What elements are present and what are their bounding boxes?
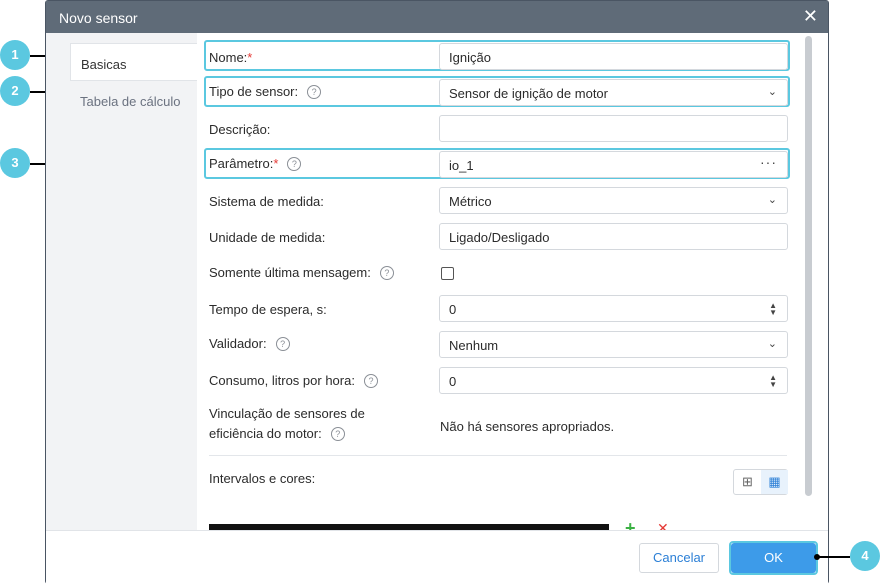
- sensor-type-value: Sensor de ignição de motor: [449, 86, 608, 101]
- unit-label: Unidade de medida:: [209, 230, 326, 245]
- measurement-system-label: Sistema de medida:: [209, 194, 324, 209]
- name-value: Ignição: [449, 50, 491, 65]
- add-icon[interactable]: +: [625, 518, 636, 530]
- callout-badge-2: 2: [0, 76, 30, 106]
- sensor-type-label: Tipo de sensor:?: [209, 84, 322, 99]
- description-input[interactable]: [439, 115, 788, 142]
- close-icon[interactable]: ✕: [803, 7, 818, 25]
- last-message-label: Somente última mensagem:?: [209, 265, 394, 280]
- consumption-stepper[interactable]: 0 ▲ ▼: [439, 367, 788, 394]
- grid-view-icon[interactable]: ⊞: [734, 470, 761, 494]
- consumption-value: 0: [449, 374, 457, 389]
- help-icon[interactable]: ?: [379, 266, 394, 280]
- callout-line-4: [817, 556, 850, 558]
- parameter-value: io_1: [449, 158, 474, 173]
- tab-calculation-table[interactable]: Tabela de cálculo: [80, 94, 180, 109]
- timeout-value: 0: [449, 302, 457, 317]
- callout-dot-4: [814, 554, 820, 560]
- dialog-titlebar: Novo sensor ✕: [46, 1, 828, 33]
- measurement-system-value: Métrico: [449, 194, 492, 209]
- engine-efficiency-value: Não há sensores apropriados.: [440, 419, 615, 434]
- validator-select[interactable]: Nenhum ⌄: [439, 331, 788, 358]
- dialog-title: Novo sensor: [59, 10, 138, 26]
- spinner-icon[interactable]: ▲ ▼: [769, 374, 777, 389]
- callout-badge-3: 3: [0, 148, 30, 178]
- spinner-icon[interactable]: ▲ ▼: [769, 302, 777, 317]
- chevron-down-icon: ⌄: [767, 338, 777, 350]
- unit-input[interactable]: Ligado/Desligado: [439, 223, 788, 250]
- help-icon[interactable]: ?: [330, 427, 345, 441]
- sidebar: Basicas Tabela de cálculo: [46, 33, 197, 530]
- required-mark: *: [247, 50, 253, 65]
- cancel-button[interactable]: Cancelar: [639, 543, 719, 573]
- ok-button[interactable]: OK: [731, 543, 816, 573]
- chevron-down-icon: ⌄: [767, 86, 777, 98]
- description-label: Descrição:: [209, 122, 271, 137]
- divider: [209, 455, 787, 456]
- measurement-system-select[interactable]: Métrico ⌄: [439, 187, 788, 214]
- required-mark: *: [273, 156, 279, 171]
- view-toggle: ⊞ ▦: [733, 469, 788, 495]
- parameter-label: Parâmetro:*?: [209, 156, 302, 171]
- chevron-down-icon: ⌄: [767, 194, 777, 206]
- help-icon[interactable]: ?: [307, 85, 322, 99]
- engine-efficiency-label-line2: eficiência do motor:?: [209, 426, 345, 441]
- tab-basic[interactable]: Basicas: [70, 43, 197, 81]
- scrollbar-thumb[interactable]: [805, 36, 812, 496]
- remove-icon[interactable]: ✕: [657, 520, 669, 530]
- callout-badge-1: 1: [0, 40, 30, 70]
- name-label: Nome:*: [209, 50, 253, 65]
- unit-value: Ligado/Desligado: [449, 230, 550, 245]
- consumption-label: Consumo, litros por hora:?: [209, 373, 378, 388]
- timeout-label: Tempo de espera, s:: [209, 302, 327, 317]
- timeout-stepper[interactable]: 0 ▲ ▼: [439, 295, 788, 322]
- help-icon[interactable]: ?: [363, 374, 378, 388]
- form-panel: Nome:* Ignição Tipo de sensor:? Sensor d…: [197, 33, 802, 530]
- validator-label: Validador:?: [209, 336, 290, 351]
- more-icon[interactable]: ···: [760, 154, 777, 170]
- engine-efficiency-label-line1: Vinculação de sensores de: [209, 406, 365, 421]
- help-icon[interactable]: ?: [287, 157, 302, 171]
- sensor-type-select[interactable]: Sensor de ignição de motor ⌄: [439, 79, 788, 106]
- new-sensor-dialog: Novo sensor ✕ Basicas Tabela de cálculo …: [45, 0, 829, 585]
- validator-value: Nenhum: [449, 338, 499, 353]
- scrollbar[interactable]: [802, 33, 814, 530]
- dialog-footer: Cancelar OK: [46, 530, 828, 585]
- last-message-checkbox[interactable]: [441, 267, 454, 280]
- callout-badge-4: 4: [850, 541, 880, 571]
- parameter-input[interactable]: io_1 ···: [439, 151, 788, 178]
- help-icon[interactable]: ?: [275, 337, 290, 351]
- intervals-label: Intervalos e cores:: [209, 471, 316, 486]
- name-input[interactable]: Ignição: [439, 43, 788, 70]
- table-view-icon[interactable]: ▦: [761, 470, 788, 494]
